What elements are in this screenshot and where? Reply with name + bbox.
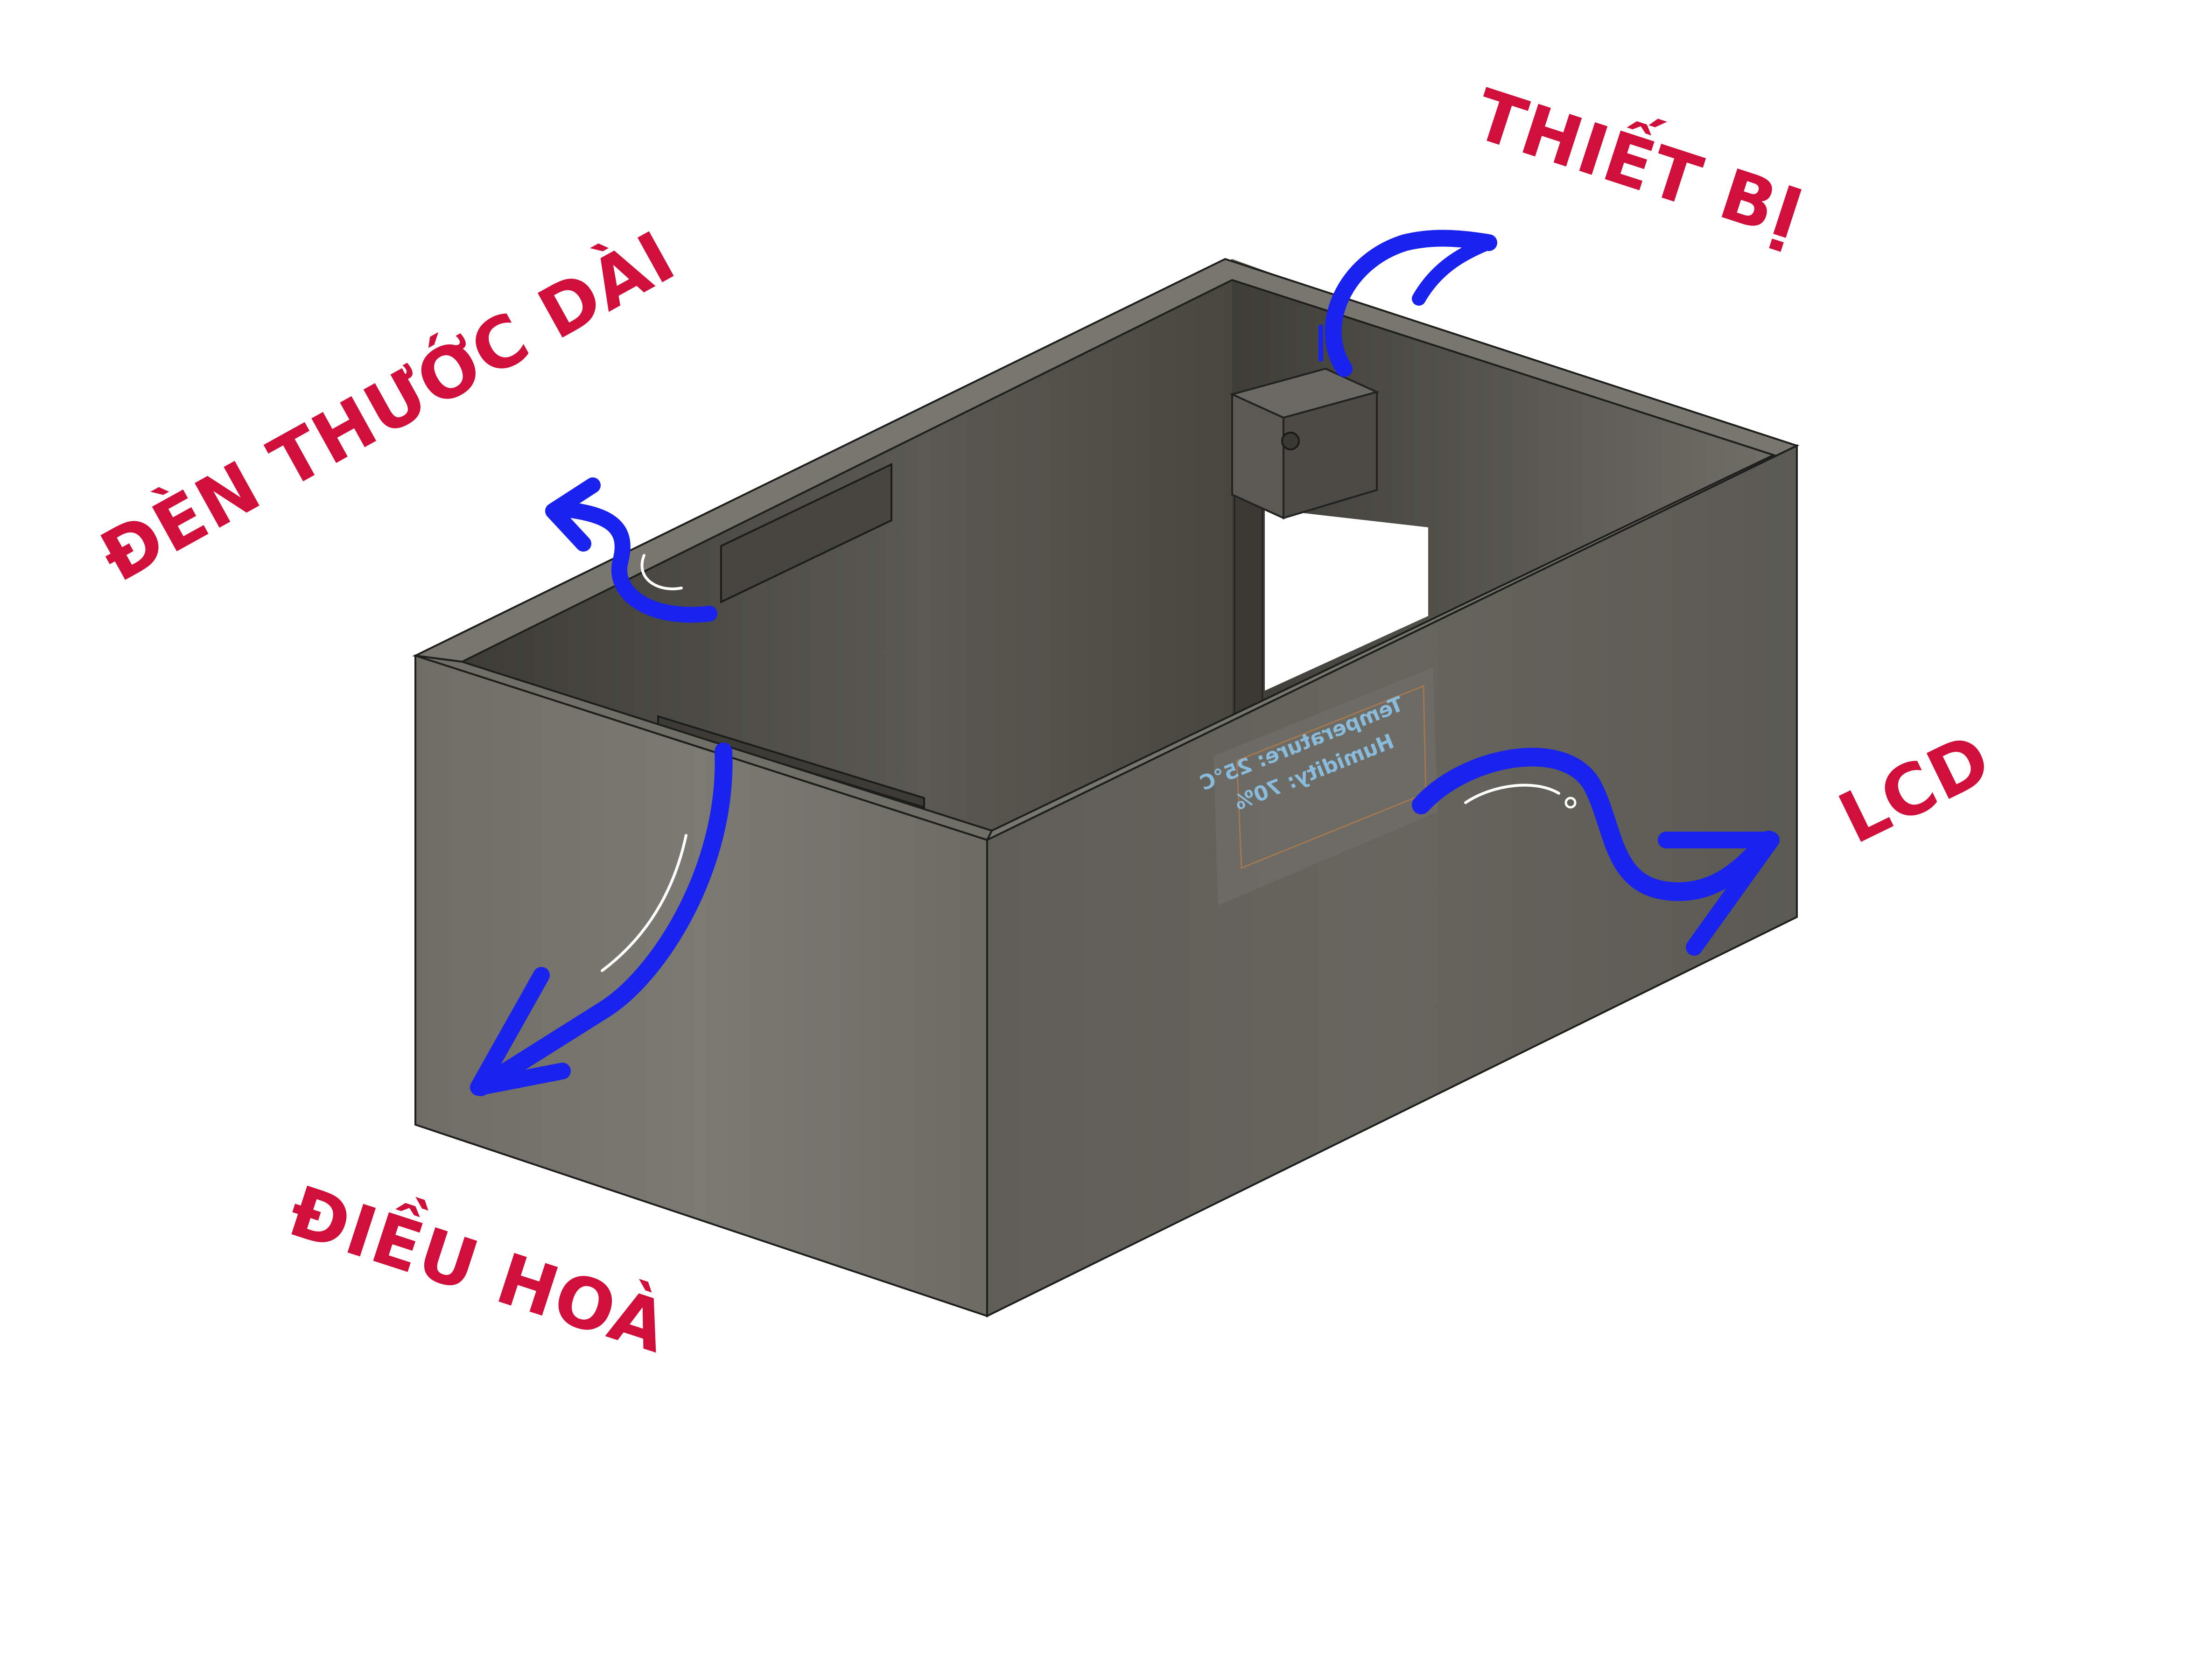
room-enclosure-diagram: Temperature: 25°C Humidity: 70% ĐÈN THƯỚ… <box>86 64 2005 1371</box>
device-cube <box>1229 367 1380 520</box>
label-long-ceiling-light: ĐÈN THƯỚC DÀI <box>88 216 688 598</box>
label-device: THIẾT BỊ <box>1465 65 1816 256</box>
label-lcd: LCD <box>1827 718 2004 860</box>
sensor-hole <box>1281 432 1300 450</box>
mounting-pole <box>1234 475 1263 720</box>
